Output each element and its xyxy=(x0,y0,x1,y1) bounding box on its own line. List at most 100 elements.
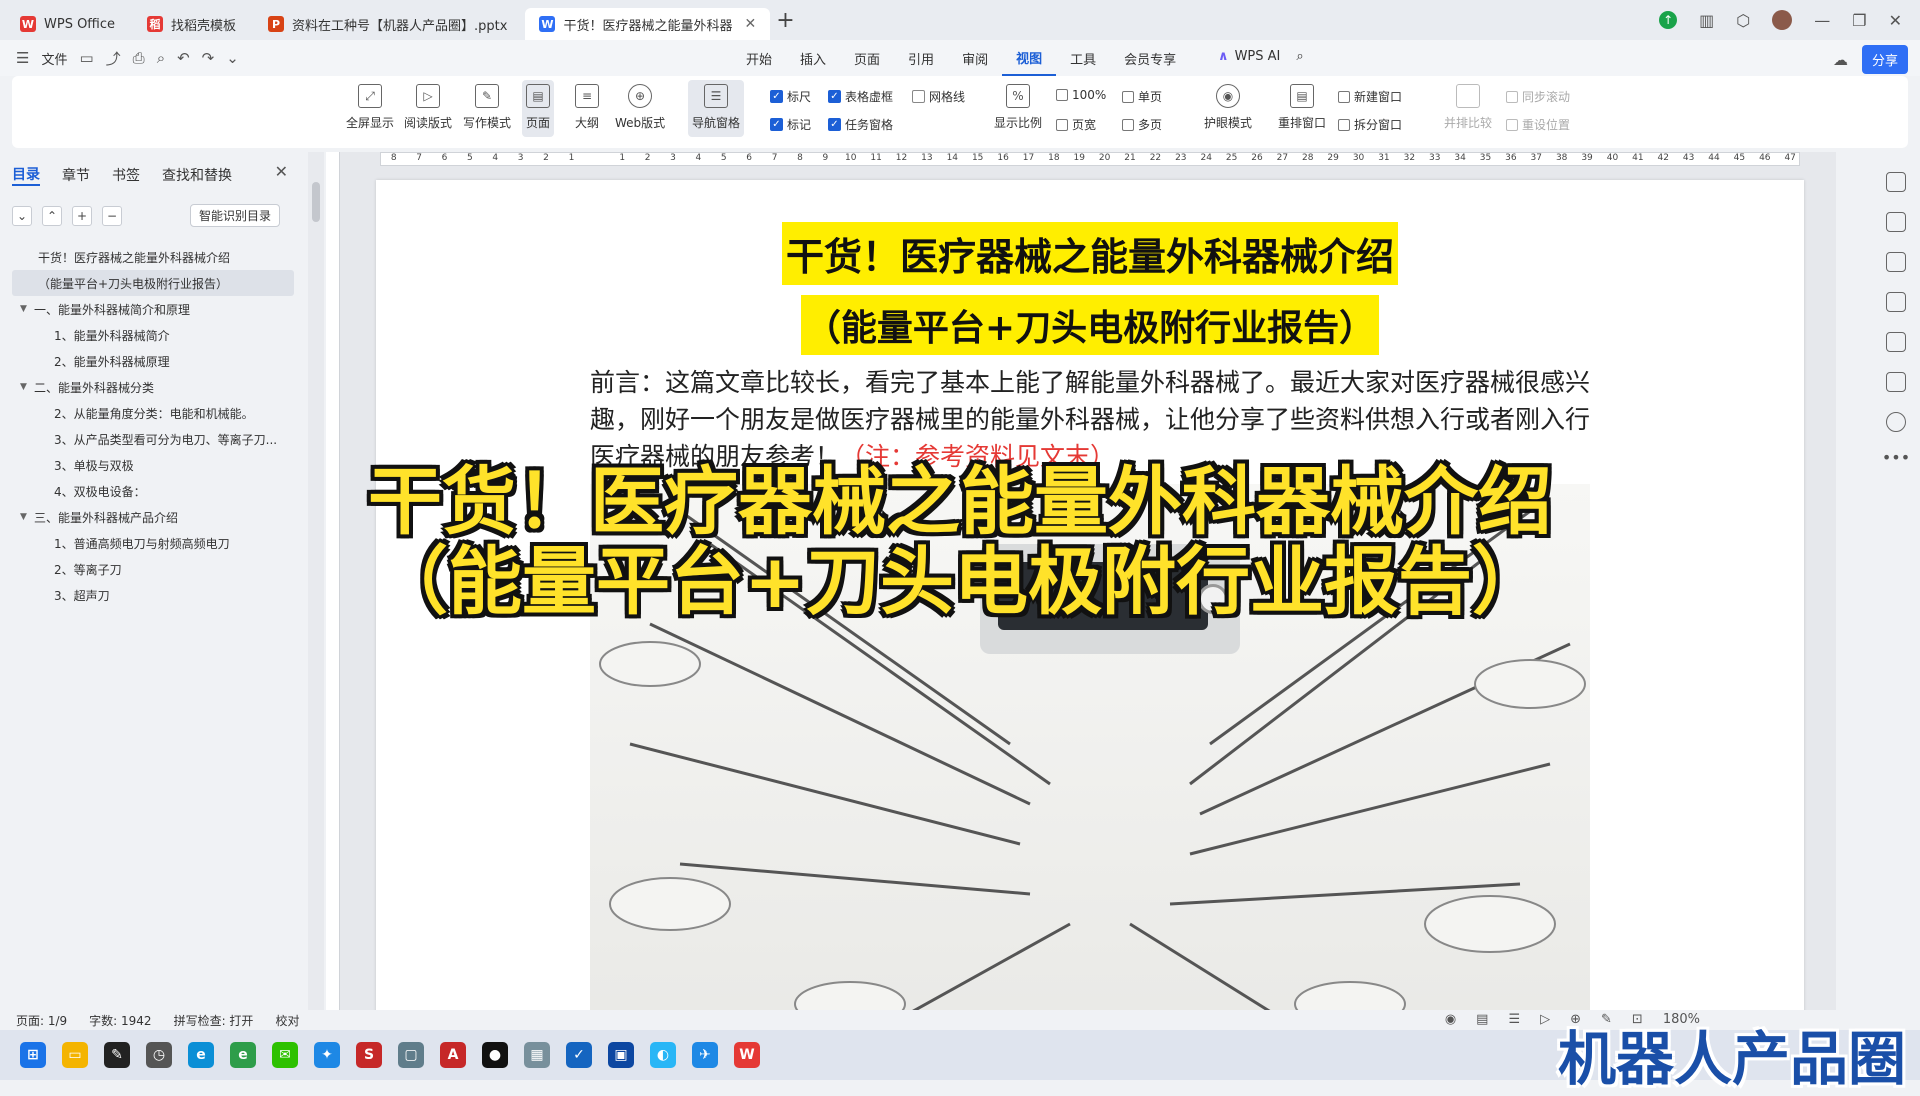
toc-item[interactable]: ▼ 二、能量外科器械分类 xyxy=(12,374,294,400)
sync-scroll-button[interactable]: 同步滚动 xyxy=(1506,88,1570,105)
nav-pane-tab[interactable]: 书签 xyxy=(112,165,140,185)
table-grid-checkbox[interactable]: ✓ 表格虚框 xyxy=(828,88,893,105)
proofread-button[interactable]: 校对 xyxy=(275,1012,299,1029)
tools-icon[interactable] xyxy=(1886,332,1906,352)
nav-pane-tab[interactable]: 目录 xyxy=(12,164,40,186)
eye-icon[interactable]: ◉ xyxy=(1445,1012,1456,1027)
restore-icon[interactable]: ❐ xyxy=(1852,11,1866,30)
solidworks-icon[interactable]: S xyxy=(356,1042,382,1068)
cloud-icon[interactable]: ☁ xyxy=(1833,51,1848,69)
image-icon[interactable] xyxy=(1886,292,1906,312)
clock-icon[interactable]: ◷ xyxy=(146,1042,172,1068)
share-button[interactable]: 分享 xyxy=(1861,45,1908,74)
zoom-button[interactable]: % 显示比例 xyxy=(994,84,1042,131)
undo-icon[interactable]: ↶ xyxy=(177,49,190,67)
close-icon[interactable]: ✕ xyxy=(275,162,288,181)
read-mode-button[interactable]: ▷ 阅读版式 xyxy=(404,84,452,131)
wps-icon[interactable]: W xyxy=(734,1042,760,1068)
ribbon-tab[interactable]: 审阅 xyxy=(948,40,1002,76)
notes-icon[interactable]: ✎ xyxy=(104,1042,130,1068)
chevron-down-icon[interactable]: ⌄ xyxy=(226,49,239,67)
window-app-icon[interactable]: ▢ xyxy=(398,1042,424,1068)
rearrange-window-button[interactable]: ▤ 重排窗口 xyxy=(1278,84,1326,131)
wps-ai-button[interactable]: WPS AI xyxy=(1235,49,1281,64)
markup-checkbox[interactable]: ✓ 标记 xyxy=(770,116,811,133)
ribbon-tab[interactable]: 工具 xyxy=(1056,40,1110,76)
page-width-button[interactable]: 页宽 xyxy=(1056,116,1096,133)
ribbon-tab[interactable]: 页面 xyxy=(840,40,894,76)
minimize-icon[interactable]: — xyxy=(1814,11,1830,30)
outline-button[interactable]: ≡ 大纲 xyxy=(575,84,599,131)
avatar[interactable] xyxy=(1772,10,1793,30)
nav-pane-button[interactable]: ☰ 导航窗格 xyxy=(688,80,745,137)
collapse-arrow-icon[interactable]: ▼ xyxy=(20,304,34,314)
window-tab[interactable]: 稻找稻壳模板 xyxy=(133,8,250,40)
toc-item[interactable]: （能量平台+刀头电极附行业报告） xyxy=(12,270,294,296)
toc-item[interactable]: 2、从能量角度分类：电能和机械能。 xyxy=(12,400,294,426)
ie-browser-icon[interactable]: e xyxy=(230,1042,256,1068)
recorder-icon[interactable]: ● xyxy=(482,1042,508,1068)
calculator-icon[interactable]: ▦ xyxy=(524,1042,550,1068)
plus-icon[interactable]: + xyxy=(72,206,92,226)
file-explorer-icon[interactable]: ▭ xyxy=(62,1042,88,1068)
window-tab[interactable]: W 干货！医疗器械之能量外科器 ✕ xyxy=(525,8,771,40)
file-menu[interactable]: 文件 xyxy=(41,49,67,68)
print-icon[interactable]: ⎙ xyxy=(133,49,145,67)
feishu-icon[interactable]: ✓ xyxy=(566,1042,592,1068)
window-tab[interactable]: W WPS Office xyxy=(6,8,129,40)
page-mode-button[interactable]: ▤ 页面 xyxy=(522,80,555,137)
web-mode-button[interactable]: ⊕ Web版式 xyxy=(615,84,665,131)
search-icon[interactable]: ⌕ xyxy=(1296,49,1303,64)
document-subtitle[interactable]: （能量平台+刀头电极附行业报告） xyxy=(800,295,1380,355)
page-count[interactable]: 页面: 1/9 xyxy=(16,1012,67,1029)
ribbon-tab[interactable]: 会员专享 xyxy=(1110,40,1190,76)
help-icon[interactable] xyxy=(1886,412,1906,432)
write-mode-button[interactable]: ✎ 写作模式 xyxy=(463,84,511,131)
cube-icon[interactable]: ⬡ xyxy=(1736,11,1750,30)
chevron-down-icon[interactable]: ⌄ xyxy=(12,206,32,226)
collapse-arrow-icon[interactable]: ▼ xyxy=(20,382,34,392)
redo-icon[interactable]: ↷ xyxy=(202,49,215,67)
fullscreen-button[interactable]: ⤢ 全屏显示 xyxy=(346,84,394,131)
new-window-button[interactable]: 新建窗口 xyxy=(1338,88,1402,105)
horizontal-ruler[interactable]: 8 7 6 5 4 3 2 1 1 2 3 4 5 6 7 8 9 10 11 12 13 14 15 16 17 18 19 20 2… xyxy=(380,152,1800,166)
play-icon[interactable]: ▷ xyxy=(1540,1012,1550,1027)
screen-app-icon[interactable]: ▣ xyxy=(608,1042,634,1068)
ribbon-tab[interactable]: 插入 xyxy=(786,40,840,76)
more-icon[interactable]: ••• xyxy=(1872,448,1920,467)
new-tab-button[interactable]: + xyxy=(770,8,800,33)
dingtalk-icon[interactable]: ✈ xyxy=(692,1042,718,1068)
page-view-icon[interactable]: ▤ xyxy=(1476,1012,1488,1027)
close-icon[interactable]: ✕ xyxy=(1889,11,1902,30)
layout-icon[interactable]: ▥ xyxy=(1699,11,1714,30)
toc-item[interactable]: 干货！医疗器械之能量外科器械介绍 xyxy=(12,244,294,270)
export-icon[interactable]: ⤴ xyxy=(106,48,121,69)
word-count[interactable]: 字数: 1942 xyxy=(89,1012,151,1029)
zoom-100-button[interactable]: 100% xyxy=(1056,88,1106,102)
chevron-up-icon[interactable]: ⌃ xyxy=(42,206,62,226)
settings-icon[interactable] xyxy=(1886,252,1906,272)
windows-start-icon[interactable]: ⊞ xyxy=(20,1042,46,1068)
gridlines-checkbox[interactable]: 网格线 xyxy=(912,88,965,105)
hamburger-icon[interactable]: ☰ xyxy=(16,49,29,67)
pointer-icon[interactable] xyxy=(1886,212,1906,232)
smart-toc-button[interactable]: 智能识别目录 xyxy=(190,204,281,227)
save-icon[interactable]: ▭ xyxy=(79,49,93,67)
close-icon[interactable]: ✕ xyxy=(745,16,757,32)
window-tab[interactable]: P 资料在工种号【机器人产品圈】.pptx xyxy=(254,8,521,40)
ribbon-tab[interactable]: 视图 xyxy=(1002,40,1057,76)
ribbon-tab[interactable]: 开始 xyxy=(732,40,786,76)
toc-item[interactable]: ▼ 一、能量外科器械简介和原理 xyxy=(12,296,294,322)
eye-mode-button[interactable]: ◉ 护眼模式 xyxy=(1204,84,1252,131)
toc-item[interactable]: 2、能量外科器械原理 xyxy=(12,348,294,374)
task-pane-checkbox[interactable]: ✓ 任务窗格 xyxy=(828,116,893,133)
nav-pane-tab[interactable]: 章节 xyxy=(62,165,90,185)
outline-view-icon[interactable]: ☰ xyxy=(1508,1012,1520,1027)
side-by-side-button[interactable]: 并排比较 xyxy=(1444,84,1492,131)
scroll-thumb[interactable] xyxy=(312,182,320,222)
upgrade-icon[interactable]: ↑ xyxy=(1659,11,1678,29)
app-store-icon[interactable]: ✦ xyxy=(314,1042,340,1068)
split-window-button[interactable]: 拆分窗口 xyxy=(1338,116,1402,133)
toc-item[interactable]: 3、从产品类型看可分为电刀、等离子刀... xyxy=(12,426,294,452)
wechat-icon[interactable]: ✉ xyxy=(272,1042,298,1068)
